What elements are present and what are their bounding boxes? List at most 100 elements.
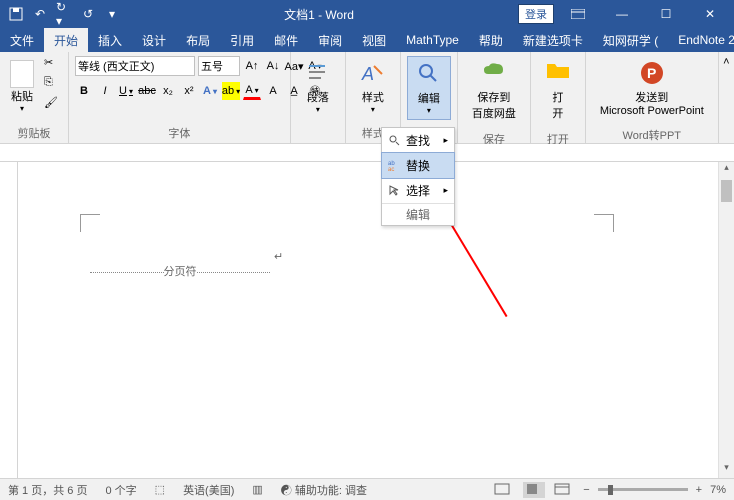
status-record-icon[interactable]: ▥ <box>252 483 262 496</box>
zoom-slider[interactable] <box>598 488 688 491</box>
editing-button[interactable]: 编辑 ▾ <box>407 56 451 120</box>
save-baidu-button[interactable]: 保存到 百度网盘 <box>464 56 524 125</box>
login-button[interactable]: 登录 <box>518 4 554 24</box>
scroll-down-icon[interactable]: ▾ <box>719 462 734 478</box>
font-color-icon[interactable]: A <box>243 82 261 100</box>
horizontal-ruler[interactable] <box>0 144 734 162</box>
paragraph-button[interactable]: 段落 ▾ <box>297 56 339 118</box>
replace-icon: abac <box>388 159 402 173</box>
tab-layout[interactable]: 布局 <box>176 28 220 52</box>
tab-design[interactable]: 设计 <box>132 28 176 52</box>
font-label: 字体 <box>69 123 290 143</box>
paragraph-mark-icon: ↵ <box>274 250 283 263</box>
view-print-icon[interactable] <box>523 482 545 498</box>
font-name-select[interactable] <box>75 56 195 76</box>
open-button[interactable]: 打 开 <box>537 56 579 125</box>
ribbon-display-icon[interactable] <box>558 0 598 28</box>
folder-icon <box>545 60 571 86</box>
svg-text:A: A <box>361 64 374 84</box>
chevron-right-icon: ▸ <box>443 185 448 196</box>
ribbon-tabs: 文件 开始 插入 设计 布局 引用 邮件 审阅 视图 MathType 帮助 新… <box>0 28 734 52</box>
tab-mathtype[interactable]: MathType <box>396 28 469 52</box>
format-painter-icon[interactable]: 🖌 <box>44 96 62 112</box>
dropdown-replace[interactable]: abac 替换 <box>381 152 455 179</box>
tab-review[interactable]: 审阅 <box>308 28 352 52</box>
zoom-out-icon[interactable]: − <box>583 484 589 496</box>
status-bar: 第 1 页，共 6 页 0 个字 ⬚ 英语(美国) ▥ ☯ 辅助功能: 调查 −… <box>0 478 734 500</box>
wordppt-label: Word转PPT <box>586 125 718 145</box>
text-effects-icon[interactable]: A <box>201 82 219 100</box>
scroll-thumb[interactable] <box>721 180 732 202</box>
phonetic-icon[interactable]: A <box>264 82 282 100</box>
paste-button[interactable]: 粘贴 ▾ <box>6 56 38 117</box>
customize-icon[interactable]: ▾ <box>104 6 120 22</box>
page-corner-tr <box>594 214 614 232</box>
cut-icon[interactable]: ✂ <box>44 56 62 72</box>
italic-button[interactable]: I <box>96 82 114 100</box>
collapse-ribbon-icon[interactable]: ˄ <box>719 52 734 143</box>
tab-endnote[interactable]: EndNote 2 <box>668 28 734 52</box>
scroll-up-icon[interactable]: ▴ <box>719 162 734 178</box>
repeat-icon[interactable]: ↺ <box>80 6 96 22</box>
status-page[interactable]: 第 1 页，共 6 页 <box>8 482 87 498</box>
superscript-icon[interactable]: x² <box>180 82 198 100</box>
font-group: A↑ A↓ Aa▾ A B I U abc x₂ x² A ab A A A̲ … <box>69 52 291 143</box>
shrink-font-icon[interactable]: A↓ <box>264 57 282 75</box>
view-web-icon[interactable] <box>553 482 575 498</box>
highlight-icon[interactable]: ab <box>222 82 240 100</box>
ribbon: 粘贴 ▾ ✂ ⎘ 🖌 剪贴板 A↑ A↓ Aa▾ A B I <box>0 52 734 144</box>
zoom-value[interactable]: 7% <box>710 484 726 496</box>
wordppt-group: P 发送到 Microsoft PowerPoint Word转PPT <box>586 52 719 143</box>
vertical-scrollbar[interactable]: ▴ ▾ <box>718 162 734 478</box>
zoom-thumb[interactable] <box>608 485 613 495</box>
status-accessibility[interactable]: ☯ 辅助功能: 调查 <box>281 482 367 498</box>
subscript-icon[interactable]: x₂ <box>159 82 177 100</box>
document-area: 分页符 ↵ <box>0 162 734 478</box>
view-read-icon[interactable] <box>493 482 515 498</box>
save-icon[interactable] <box>8 6 24 22</box>
page-break-marker: 分页符 <box>90 256 270 273</box>
tab-newtab[interactable]: 新建选项卡 <box>513 28 593 52</box>
minimize-icon[interactable]: — <box>602 0 642 28</box>
grow-font-icon[interactable]: A↑ <box>243 57 261 75</box>
copy-icon[interactable]: ⎘ <box>44 76 62 92</box>
status-dict-icon[interactable]: ⬚ <box>155 483 165 496</box>
undo-icon[interactable]: ↶ <box>32 6 48 22</box>
strike-button[interactable]: abc <box>138 82 156 100</box>
tab-insert[interactable]: 插入 <box>88 28 132 52</box>
dropdown-category-label: 编辑 <box>382 203 454 225</box>
tab-cnki[interactable]: 知网研学 ( <box>593 28 668 52</box>
save-baidu-group: 保存到 百度网盘 保存 <box>458 52 531 143</box>
editing-dropdown-menu: 查找 ▸ abac 替换 选择 ▸ 编辑 <box>381 127 455 226</box>
dropdown-find[interactable]: 查找 ▸ <box>382 128 454 153</box>
zoom-in-icon[interactable]: + <box>696 484 702 496</box>
redo-icon[interactable]: ↻ ▾ <box>56 6 72 22</box>
tab-home[interactable]: 开始 <box>44 28 88 52</box>
styles-icon: A <box>360 60 386 86</box>
send-ppt-button[interactable]: P 发送到 Microsoft PowerPoint <box>592 56 712 121</box>
tab-view[interactable]: 视图 <box>352 28 396 52</box>
clipboard-group: 粘贴 ▾ ✂ ⎘ 🖌 剪贴板 <box>0 52 69 143</box>
tab-mail[interactable]: 邮件 <box>264 28 308 52</box>
tab-help[interactable]: 帮助 <box>469 28 513 52</box>
close-icon[interactable]: ✕ <box>690 0 730 28</box>
clipboard-icon <box>10 60 34 88</box>
tab-file[interactable]: 文件 <box>0 28 44 52</box>
find-glass-icon <box>416 61 442 87</box>
vertical-ruler[interactable] <box>0 162 18 478</box>
styles-button[interactable]: A 样式 ▾ <box>352 56 394 118</box>
underline-button[interactable]: U <box>117 82 135 100</box>
title-bar: ↶ ↻ ▾ ↺ ▾ 文档1 - Word 登录 — ☐ ✕ <box>0 0 734 28</box>
dropdown-select[interactable]: 选择 ▸ <box>382 178 454 203</box>
status-lang[interactable]: 英语(美国) <box>183 482 234 498</box>
status-words[interactable]: 0 个字 <box>105 482 136 498</box>
cloud-icon <box>481 60 507 86</box>
chevron-right-icon: ▸ <box>443 135 448 146</box>
bold-button[interactable]: B <box>75 82 93 100</box>
maximize-icon[interactable]: ☐ <box>646 0 686 28</box>
tab-references[interactable]: 引用 <box>220 28 264 52</box>
search-icon <box>388 134 402 148</box>
pointer-icon <box>388 184 402 198</box>
document-page[interactable]: 分页符 ↵ <box>18 162 734 478</box>
font-size-select[interactable] <box>198 56 240 76</box>
